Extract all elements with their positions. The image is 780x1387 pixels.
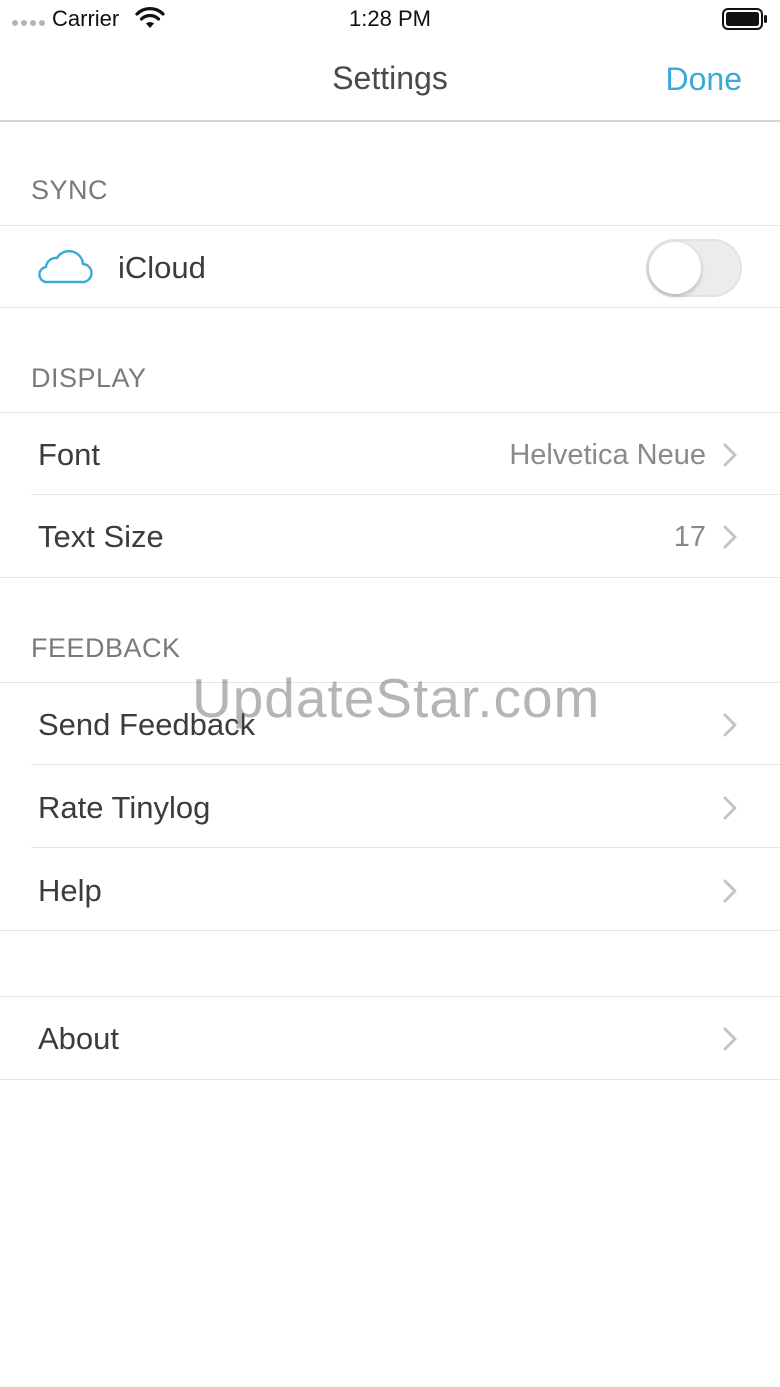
font-label: Font — [38, 437, 101, 472]
font-row[interactable]: Font Helvetica Neue — [0, 413, 780, 495]
help-row[interactable]: Help — [0, 849, 780, 931]
chevron-right-icon — [723, 443, 737, 467]
divider — [0, 307, 780, 308]
chevron-right-icon — [723, 525, 737, 549]
section-header-feedback: FEEDBACK — [31, 633, 181, 663]
chevron-right-icon — [723, 796, 737, 820]
divider — [31, 847, 780, 848]
text-size-value: 17 — [673, 521, 706, 553]
page-title: Settings — [332, 60, 448, 96]
clock: 1:28 PM — [349, 6, 431, 31]
send-feedback-label: Send Feedback — [38, 707, 256, 742]
rate-tinylog-row[interactable]: Rate Tinylog — [0, 766, 780, 848]
done-button[interactable]: Done — [666, 61, 743, 98]
status-bar: Carrier 1:28 PM — [0, 0, 780, 40]
cloud-icon — [38, 249, 93, 284]
chevron-right-icon — [723, 1027, 737, 1051]
icloud-toggle[interactable] — [646, 239, 742, 297]
about-row[interactable]: About — [0, 997, 780, 1079]
font-value: Helvetica Neue — [509, 439, 706, 471]
icloud-label: iCloud — [118, 250, 206, 285]
divider — [0, 577, 780, 578]
navigation-bar: Settings Done — [0, 40, 780, 122]
chevron-right-icon — [723, 879, 737, 903]
text-size-row[interactable]: Text Size 17 — [0, 495, 780, 577]
section-header-display: DISPLAY — [31, 363, 147, 393]
section-header-sync: SYNC — [31, 175, 109, 205]
divider — [31, 764, 780, 765]
send-feedback-row[interactable]: Send Feedback — [0, 683, 780, 765]
icloud-row: iCloud — [0, 226, 780, 308]
battery-icon — [722, 8, 767, 30]
divider — [0, 1079, 780, 1080]
rate-tinylog-label: Rate Tinylog — [38, 790, 211, 825]
toggle-knob — [649, 242, 701, 294]
text-size-label: Text Size — [38, 519, 164, 554]
help-label: Help — [38, 873, 102, 908]
chevron-right-icon — [723, 713, 737, 737]
about-label: About — [38, 1021, 120, 1056]
divider — [0, 930, 780, 931]
